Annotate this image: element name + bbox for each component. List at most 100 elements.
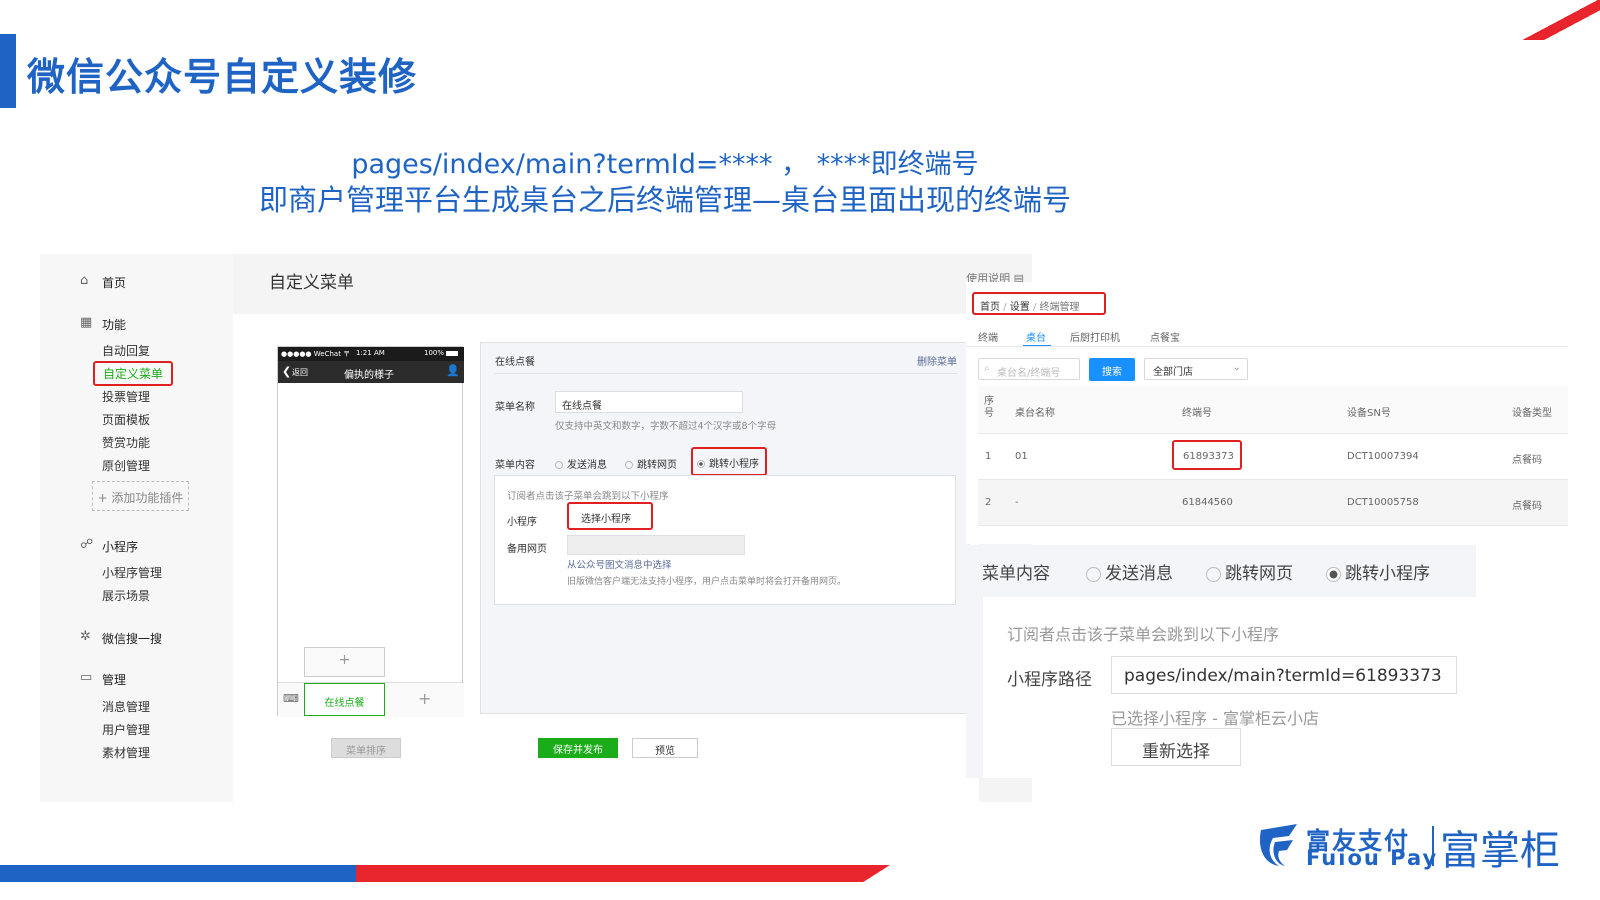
name-label: 菜单名称 <box>495 402 535 413</box>
option-jump-mini[interactable]: 跳转小程序 <box>691 447 767 476</box>
menu-name-input[interactable]: 在线点餐 <box>555 391 743 413</box>
tab-printer[interactable]: 后厨打印机 <box>1070 329 1120 344</box>
backup-link[interactable]: 从公众号图文消息中选择 <box>567 557 672 571</box>
phone-header: ❮ 返回 偏执的様子 👤 <box>278 361 464 383</box>
tab-table[interactable]: 桌台 <box>1026 329 1046 344</box>
zoom-option-jump-mini[interactable]: 跳转小程序 <box>1326 559 1430 584</box>
option-label: 跳转小程序 <box>709 459 759 470</box>
radio-icon <box>555 461 563 469</box>
search-button[interactable]: 搜索 <box>1089 358 1135 381</box>
sidebar-item-scene[interactable]: 展示场景 <box>102 587 150 604</box>
zoom-option-send-message[interactable]: 发送消息 <box>1086 559 1173 584</box>
zoom-option-jump-web[interactable]: 跳转网页 <box>1206 559 1293 584</box>
option-send-message[interactable]: 发送消息 <box>555 456 607 471</box>
reselect-button[interactable]: 重新选择 <box>1111 728 1241 766</box>
wechat-admin-screenshot: ⌂ 首页 ▦ 功能 自动回复 自定义菜单 投票管理 页面模板 赞赏功能 原创管理… <box>40 254 1032 802</box>
cell-device-type: 点餐码 <box>1512 501 1542 512</box>
search-placeholder: 桌台名/终端号 <box>997 368 1061 379</box>
sidebar-item-custom-menu[interactable]: 自定义菜单 <box>93 361 174 386</box>
brand-name-en: Fuiou Pay <box>1306 846 1439 870</box>
col-terminal-no: 终端号 <box>1182 408 1212 419</box>
sidebar-manage-header[interactable]: 管理 <box>102 671 126 688</box>
status-time: 1:21 AM <box>356 349 385 357</box>
table-row[interactable]: 1 01 61893373 DCT10007394 点餐码 <box>978 434 1568 480</box>
sidebar-search-header[interactable]: 微信搜一搜 <box>102 630 162 647</box>
save-publish-button[interactable]: 保存并发布 <box>538 738 618 758</box>
breadcrumb-settings[interactable]: 设置 <box>1010 302 1030 313</box>
sidebar-item-messages[interactable]: 消息管理 <box>102 698 150 715</box>
page-title: 自定义菜单 <box>269 273 354 293</box>
sidebar-item-auto-reply[interactable]: 自动回复 <box>102 342 150 359</box>
mini-label: 小程序 <box>507 517 537 528</box>
tab-terminal[interactable]: 终端 <box>978 329 998 344</box>
option-label: 跳转网页 <box>1225 564 1293 584</box>
zoom-path-label: 小程序路径 <box>1007 670 1092 690</box>
cell-index: 2 <box>985 497 992 508</box>
corner-decoration <box>1520 0 1600 40</box>
preview-button[interactable]: 预览 <box>632 738 698 758</box>
name-hint: 仅支持中英文和数字，字数不超过4个汉字或8个字母 <box>555 421 777 432</box>
sidebar-item-original[interactable]: 原创管理 <box>102 457 150 474</box>
radio-icon <box>625 461 633 469</box>
zoom-content-label: 菜单内容 <box>982 564 1050 584</box>
option-label: 跳转网页 <box>637 460 677 471</box>
phone-status-bar: ●●●●● WeChat 〒 1:21 AM 100% <box>278 347 464 361</box>
sidebar-home[interactable]: 首页 <box>102 274 126 291</box>
sidebar-mini-header[interactable]: 小程序 <box>102 538 138 555</box>
subtitle-line-1: pages/index/main?termId=**** ， ****即终端号 <box>351 149 979 180</box>
user-icon: 👤 <box>446 364 460 377</box>
sidebar: ⌂ 首页 ▦ 功能 自动回复 自定义菜单 投票管理 页面模板 赞赏功能 原创管理… <box>40 254 233 802</box>
mini-path-input[interactable]: pages/index/main?termId=61893373 <box>1111 656 1457 694</box>
status-carrier: ●●●●● WeChat 〒 <box>281 350 351 358</box>
sidebar-item-users[interactable]: 用户管理 <box>102 721 150 738</box>
choose-mini-button[interactable]: 选择小程序 <box>567 502 653 530</box>
logo-divider <box>1432 826 1434 866</box>
home-icon: ⌂ <box>80 273 89 288</box>
search-icon: ⌕ <box>984 363 990 374</box>
sidebar-item-mini-manage[interactable]: 小程序管理 <box>102 564 162 581</box>
option-label: 跳转小程序 <box>1345 564 1430 584</box>
cell-table-name: 01 <box>1015 451 1028 462</box>
sort-menu-button[interactable]: 菜单排序 <box>331 738 401 758</box>
cell-terminal-no-highlight: 61893373 <box>1172 440 1242 470</box>
editor-menu-title: 在线点餐 <box>495 357 535 368</box>
cell-index: 1 <box>985 451 992 462</box>
add-plugin-button[interactable]: + 添加功能插件 <box>92 481 189 511</box>
breadcrumb: 首页 / 设置 / 终端管理 <box>972 292 1106 315</box>
phone-menu-bar: ⌨ 在线点餐 + <box>278 682 464 717</box>
col-table-name: 桌台名称 <box>1015 408 1055 419</box>
store-select[interactable]: 全部门店 ⌄ <box>1144 358 1248 380</box>
table-header: 序号 桌台名称 终端号 设备SN号 设备类型 <box>978 386 1568 434</box>
tab-divider <box>966 346 1568 347</box>
mini-config-box: 订阅者点击该子菜单会跳到以下小程序 小程序 选择小程序 备用网页 从公众号图文消… <box>494 475 956 605</box>
phone-preview: ●●●●● WeChat 〒 1:21 AM 100% ❮ 返回 偏执的様子 👤… <box>277 346 464 717</box>
menu-item-online-order[interactable]: 在线点餐 <box>304 683 385 716</box>
tab-order-device[interactable]: 点餐宝 <box>1150 329 1180 344</box>
sidebar-item-reward[interactable]: 赞赏功能 <box>102 434 150 451</box>
breadcrumb-separator: / <box>1003 302 1007 313</box>
sidebar-item-page-template[interactable]: 页面模板 <box>102 411 150 428</box>
add-submenu-button[interactable]: + <box>304 647 385 677</box>
chevron-down-icon: ⌄ <box>1232 362 1241 373</box>
cell-table-name: - <box>1015 497 1019 508</box>
menu-editor-panel: 在线点餐 删除菜单 菜单名称 在线点餐 仅支持中英文和数字，字数不超过4个汉字或… <box>480 342 970 714</box>
footer-stripe <box>0 865 890 882</box>
option-jump-web[interactable]: 跳转网页 <box>625 456 677 471</box>
backup-url-input[interactable] <box>567 535 745 555</box>
delete-menu-link[interactable]: 删除菜单 <box>917 353 957 368</box>
back-icon: ❮ <box>282 365 292 378</box>
mini-program-config-zoom: 菜单内容 发送消息 跳转网页 跳转小程序 订阅者点击该子菜单会跳到以下小程序 小… <box>966 545 1476 778</box>
add-menu-button[interactable]: + <box>418 689 431 708</box>
table-row[interactable]: 2 - 61844560 DCT10005758 点餐码 <box>978 480 1568 526</box>
subtitle-line-2: 即商户管理平台生成桌台之后终端管理—桌台里面出现的终端号 <box>258 183 1071 217</box>
cell-device-sn: DCT10007394 <box>1347 451 1419 462</box>
sidebar-item-vote[interactable]: 投票管理 <box>102 388 150 405</box>
breadcrumb-home[interactable]: 首页 <box>980 302 1000 313</box>
sidebar-func-header[interactable]: 功能 <box>102 316 126 333</box>
inbox-icon: ▭ <box>80 670 93 685</box>
cell-device-sn: DCT10005758 <box>1347 497 1419 508</box>
search-input[interactable]: ⌕ 桌台名/终端号 <box>978 358 1080 380</box>
product-brand: 富掌柜 <box>1440 828 1560 874</box>
sidebar-item-assets[interactable]: 素材管理 <box>102 744 150 761</box>
slide-title: 微信公众号自定义装修 <box>27 55 418 99</box>
